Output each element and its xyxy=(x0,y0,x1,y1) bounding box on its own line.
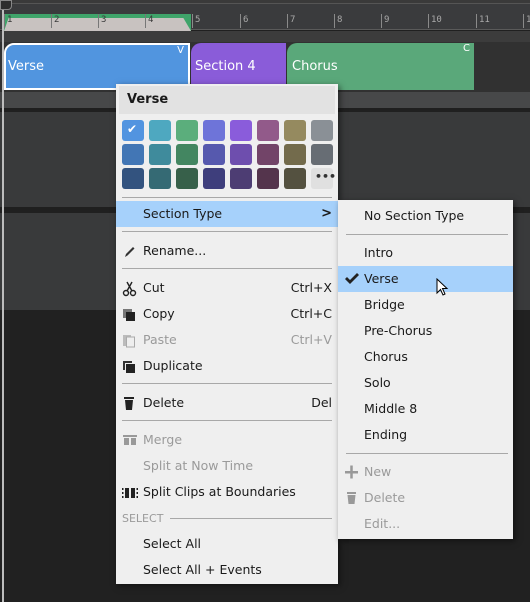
submenu-item-verse[interactable]: Verse xyxy=(338,266,513,292)
submenu-item-bridge[interactable]: Bridge xyxy=(338,292,513,318)
submenu-item-delete[interactable]: Delete xyxy=(338,485,513,511)
color-swatch[interactable] xyxy=(149,168,171,189)
section-context-menu: Verse ✔ ••• Section Type > Rename... Cut … xyxy=(116,84,338,584)
section-verse[interactable]: Verse V xyxy=(4,43,190,90)
section-marker: C xyxy=(463,43,470,54)
color-swatch[interactable] xyxy=(176,144,198,165)
submenu-item-pre-chorus[interactable]: Pre-Chorus xyxy=(338,318,513,344)
submenu-item-ending[interactable]: Ending xyxy=(338,422,513,448)
mouse-cursor-icon xyxy=(436,277,450,302)
submenu-item-new[interactable]: New xyxy=(338,459,513,485)
ruler-tick: 5 xyxy=(192,14,200,28)
menu-item-section-type[interactable]: Section Type > xyxy=(116,201,338,227)
ruler-tick: 10 xyxy=(428,14,442,28)
ruler-tick: 1 xyxy=(4,14,12,28)
ruler-tick: 8 xyxy=(334,14,342,28)
menu-item-select-all[interactable]: Select All xyxy=(116,531,338,557)
separator xyxy=(122,420,332,421)
section-marker: V xyxy=(177,45,184,56)
submenu-item-edit[interactable]: Edit... xyxy=(338,511,513,537)
ruler-tick: 3 xyxy=(98,14,106,28)
trash-icon xyxy=(122,390,138,416)
color-swatch[interactable] xyxy=(176,120,198,141)
menu-item-split-now-time[interactable]: Split at Now Time xyxy=(116,453,338,479)
menu-title: Verse xyxy=(119,86,335,114)
section-label: Verse xyxy=(8,59,44,74)
menu-item-rename[interactable]: Rename... xyxy=(116,238,338,264)
color-swatch[interactable] xyxy=(311,120,333,141)
ruler-tick: 9 xyxy=(381,14,389,28)
duplicate-icon xyxy=(122,353,138,379)
menu-item-copy[interactable]: Copy Ctrl+C xyxy=(116,301,338,327)
separator xyxy=(122,383,332,384)
section-4[interactable]: Section 4 xyxy=(191,43,286,90)
ruler-tick: 7 xyxy=(287,14,295,28)
color-swatch[interactable] xyxy=(257,144,279,165)
separator xyxy=(346,453,508,454)
copy-icon xyxy=(122,301,138,327)
menu-item-delete[interactable]: Delete Del xyxy=(116,390,338,416)
color-swatch[interactable] xyxy=(230,120,252,141)
submenu-item-solo[interactable]: Solo xyxy=(338,370,513,396)
color-swatch[interactable] xyxy=(203,168,225,189)
color-swatch[interactable] xyxy=(203,120,225,141)
checkmark-icon: ✔ xyxy=(127,122,138,136)
color-swatch[interactable] xyxy=(257,168,279,189)
plus-icon xyxy=(344,459,360,485)
color-swatch[interactable] xyxy=(311,144,333,165)
menu-item-duplicate[interactable]: Duplicate xyxy=(116,353,338,379)
select-section-header: SELECT xyxy=(122,512,164,525)
separator xyxy=(122,231,332,232)
ruler-tick: 6 xyxy=(240,14,248,28)
ruler-tick: 2 xyxy=(51,14,59,28)
color-swatch[interactable] xyxy=(149,144,171,165)
color-swatch[interactable] xyxy=(122,144,144,165)
color-swatch[interactable] xyxy=(176,168,198,189)
menu-item-cut[interactable]: Cut Ctrl+X xyxy=(116,275,338,301)
split-clips-icon xyxy=(122,479,138,505)
section-chorus[interactable]: Chorus C xyxy=(287,43,474,90)
checkmark-icon xyxy=(344,266,360,292)
section-label: Section 4 xyxy=(195,59,256,74)
menu-item-split-clips[interactable]: Split Clips at Boundaries xyxy=(116,479,338,505)
separator xyxy=(122,197,332,198)
timeline-ruler[interactable] xyxy=(0,4,530,31)
color-swatch[interactable] xyxy=(284,144,306,165)
color-swatch[interactable] xyxy=(203,144,225,165)
separator xyxy=(122,268,332,269)
submenu-item-middle-8[interactable]: Middle 8 xyxy=(338,396,513,422)
color-swatch[interactable] xyxy=(149,120,171,141)
paste-icon xyxy=(122,327,138,353)
pencil-icon xyxy=(122,238,138,264)
color-swatch[interactable]: ✔ xyxy=(122,120,144,141)
ruler-tick: 11 xyxy=(476,14,490,28)
now-time-handle[interactable] xyxy=(0,0,12,10)
menu-item-paste[interactable]: Paste Ctrl+V xyxy=(116,327,338,353)
color-swatch[interactable] xyxy=(284,120,306,141)
color-swatch[interactable] xyxy=(230,168,252,189)
separator xyxy=(346,234,508,235)
menu-item-merge[interactable]: Merge xyxy=(116,427,338,453)
submenu-item-chorus[interactable]: Chorus xyxy=(338,344,513,370)
trash-icon xyxy=(344,485,360,511)
color-swatch[interactable] xyxy=(257,120,279,141)
scissors-icon xyxy=(122,275,138,301)
separator xyxy=(170,518,332,519)
color-swatch[interactable] xyxy=(122,168,144,189)
menu-item-select-all-events[interactable]: Select All + Events xyxy=(116,557,338,583)
submenu-item-intro[interactable]: Intro xyxy=(338,240,513,266)
now-time-line xyxy=(2,0,4,602)
ruler-tick: 4 xyxy=(145,14,153,28)
section-label: Chorus xyxy=(292,59,338,74)
chevron-right-icon: > xyxy=(321,206,332,221)
ellipsis-icon: ••• xyxy=(315,170,337,183)
more-colors-button[interactable]: ••• xyxy=(311,168,337,189)
merge-icon xyxy=(122,427,138,453)
submenu-item-no-section-type[interactable]: No Section Type xyxy=(338,203,513,229)
ruler-tick: 12 xyxy=(523,14,530,28)
section-type-submenu: No Section Type Intro Verse Bridge Pre-Chor… xyxy=(338,200,513,539)
color-swatch[interactable] xyxy=(230,144,252,165)
color-swatch[interactable] xyxy=(284,168,306,189)
